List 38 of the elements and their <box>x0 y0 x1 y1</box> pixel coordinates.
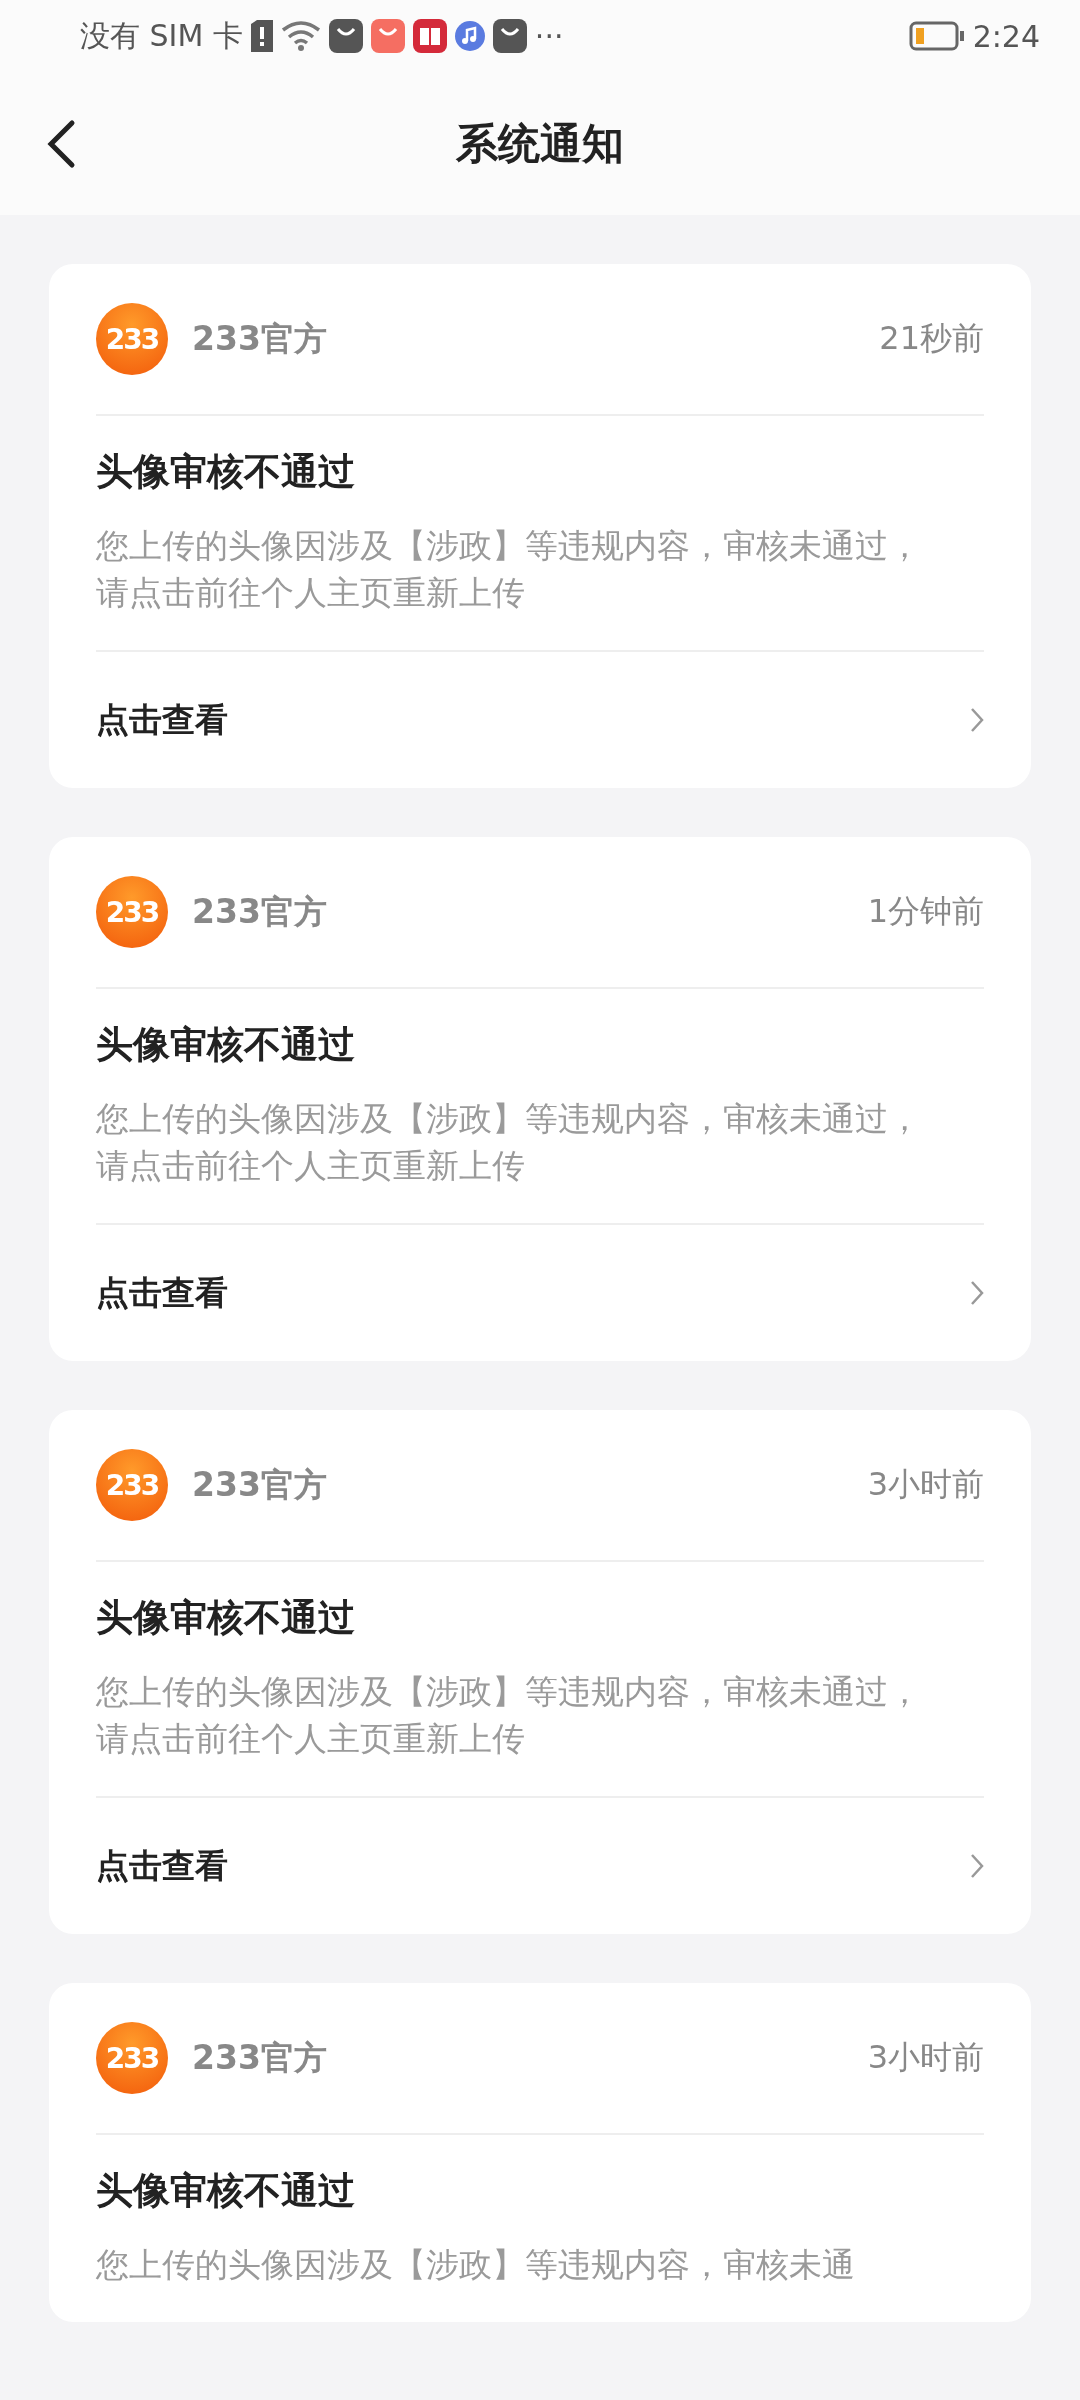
logo-icon: 233 <box>96 2022 168 2094</box>
notification-title: 头像审核不通过 <box>96 2168 356 2214</box>
sender-name: 233官方 <box>192 890 327 933</box>
sender-name: 233官方 <box>192 2036 327 2079</box>
logo-icon: 233 <box>96 303 168 375</box>
notification-body: 您上传的头像因涉及【涉政】等违规内容，审核未通过，请点击前往个人主页重新上传 <box>96 525 922 614</box>
page-title: 系统通知 <box>456 117 624 170</box>
timestamp: 3小时前 <box>867 2037 984 2078</box>
view-link[interactable]: 点击查看 <box>96 697 228 743</box>
book-icon <box>412 19 447 53</box>
shopping-bag-icon <box>370 19 405 53</box>
shopping-bag-icon <box>492 19 527 53</box>
notification-title: 头像审核不通过 <box>96 1595 356 1641</box>
timestamp: 1分钟前 <box>867 891 984 932</box>
chevron-right-icon <box>970 1853 984 1879</box>
clock-text: 2:24 <box>972 18 1040 54</box>
sender-name: 233官方 <box>192 317 327 360</box>
notification-body: 您上传的头像因涉及【涉政】等违规内容，审核未通 <box>96 2244 856 2286</box>
notification-body: 您上传的头像因涉及【涉政】等违规内容，审核未通过，请点击前往个人主页重新上传 <box>96 1098 922 1187</box>
timestamp: 3小时前 <box>867 1464 984 1505</box>
wifi-icon <box>280 20 321 52</box>
view-link[interactable]: 点击查看 <box>96 1270 228 1316</box>
battery-icon <box>908 21 965 51</box>
chevron-right-icon <box>970 1280 984 1306</box>
shopping-bag-icon <box>328 19 363 53</box>
view-link[interactable]: 点击查看 <box>96 1843 228 1889</box>
logo-icon: 233 <box>96 1449 168 1521</box>
carrier-text: 没有 SIM 卡 <box>80 16 243 55</box>
more-notifications-text: ··· <box>534 18 564 54</box>
music-note-icon <box>454 21 485 51</box>
sim-alert-icon <box>250 20 273 52</box>
logo-icon: 233 <box>96 876 168 948</box>
notification-title: 头像审核不通过 <box>96 449 356 495</box>
chevron-right-icon <box>970 707 984 733</box>
timestamp: 21秒前 <box>879 318 984 359</box>
notification-body: 您上传的头像因涉及【涉政】等违规内容，审核未通过，请点击前往个人主页重新上传 <box>96 1671 922 1760</box>
sender-name: 233官方 <box>192 1463 327 1506</box>
notification-title: 头像审核不通过 <box>96 1022 356 1068</box>
